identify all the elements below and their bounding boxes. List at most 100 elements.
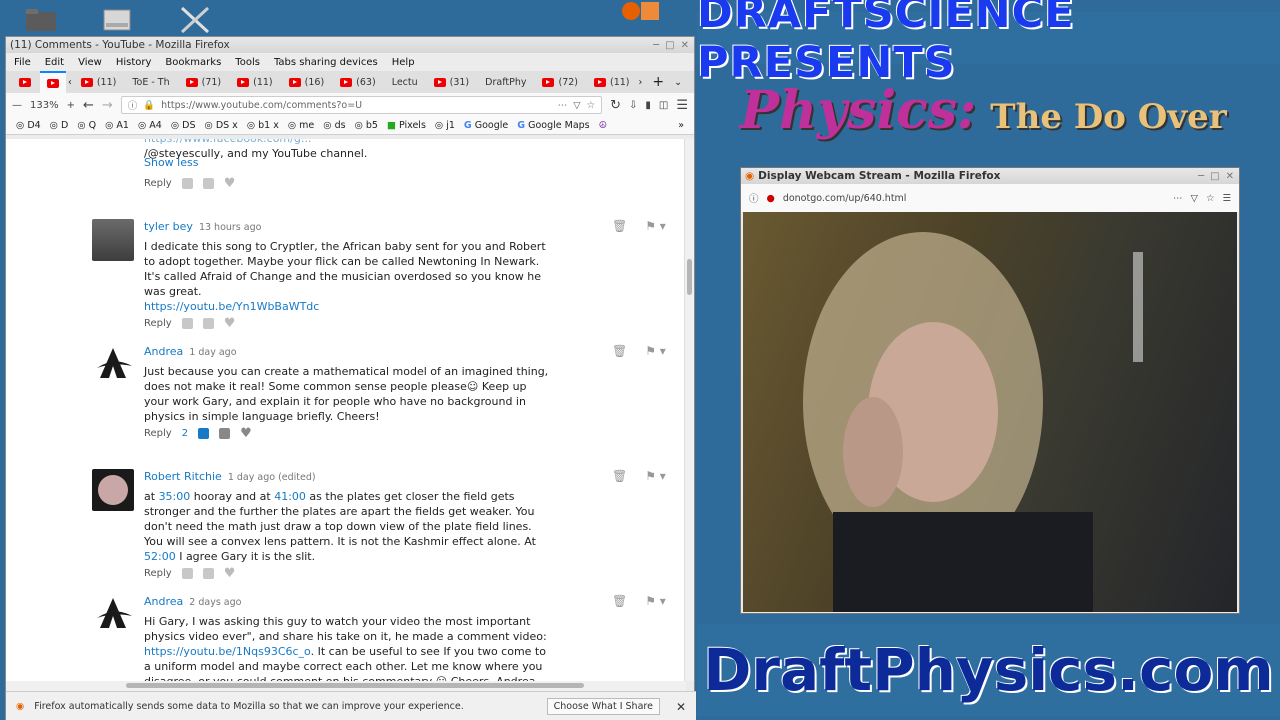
horizontal-scrollbar[interactable] xyxy=(6,681,686,691)
comment-link[interactable]: https://www.facebook.com/g... xyxy=(144,139,311,145)
tab-item[interactable]: ToE - Th xyxy=(125,71,176,93)
tab-item[interactable]: (72) xyxy=(535,71,585,93)
forward-icon[interactable]: → xyxy=(102,98,113,113)
info-icon[interactable]: ⓘ xyxy=(749,191,759,205)
reply-button[interactable]: Reply xyxy=(144,566,172,581)
app-tray-icon[interactable] xyxy=(641,2,659,20)
flag-icon[interactable]: ⚑ ▾ xyxy=(645,219,666,234)
library-icon[interactable]: ▮ xyxy=(645,100,651,111)
close-icon[interactable]: ✕ xyxy=(1226,171,1234,182)
tab-item[interactable]: (11) xyxy=(74,71,124,93)
thumbs-down-icon[interactable] xyxy=(219,428,231,439)
timestamp-link[interactable]: 35:00 xyxy=(159,490,191,503)
camera-icon[interactable]: ● xyxy=(767,193,775,204)
tab-scroll-left-icon[interactable]: ‹ xyxy=(68,77,72,88)
tab-item[interactable]: Lectu xyxy=(385,71,425,93)
scroll-thumb[interactable] xyxy=(126,683,584,688)
bookmark-item[interactable]: G Google Maps xyxy=(517,120,589,131)
comment-time[interactable]: 2 days ago xyxy=(189,597,241,608)
bookmark-item[interactable]: ◎ D xyxy=(50,120,69,131)
bookmark-item[interactable]: ◎ j1 xyxy=(435,120,455,131)
new-tab-icon[interactable]: + xyxy=(652,74,664,90)
menu-tabs-sharing[interactable]: Tabs sharing devices xyxy=(274,57,378,68)
vertical-scrollbar[interactable] xyxy=(684,139,694,681)
minimize-icon[interactable]: ─ xyxy=(1198,171,1204,182)
menu-history[interactable]: History xyxy=(116,57,152,68)
menu-edit[interactable]: Edit xyxy=(45,57,64,68)
browser-tray-icon[interactable] xyxy=(622,2,640,20)
menu-bookmarks[interactable]: Bookmarks xyxy=(165,57,221,68)
close-icon[interactable]: ✕ xyxy=(681,40,689,51)
thumbs-up-icon[interactable] xyxy=(181,568,193,579)
bookmark-item[interactable]: ◎ A4 xyxy=(138,120,162,131)
folder-icon[interactable] xyxy=(24,4,60,34)
comment-link[interactable]: https://youtu.be/Yn1WbBaWTdc xyxy=(144,299,554,314)
comment-time[interactable]: 1 day ago xyxy=(189,347,236,358)
trash-icon[interactable]: 🗑 xyxy=(612,219,627,234)
page-actions-icon[interactable]: ⋯ xyxy=(558,100,568,111)
hamburger-menu-icon[interactable]: ☰ xyxy=(1222,193,1231,204)
sidebar-icon[interactable]: ◫ xyxy=(659,100,668,111)
back-icon[interactable]: ← xyxy=(83,98,94,113)
avatar[interactable] xyxy=(92,344,134,386)
bookmark-item[interactable]: ◎ DS xyxy=(171,120,196,131)
zoom-level[interactable]: 133% xyxy=(30,100,59,111)
avatar[interactable] xyxy=(92,594,134,636)
tab-item[interactable]: (63) xyxy=(333,71,383,93)
flag-icon[interactable]: ⚑ ▾ xyxy=(645,344,666,359)
bookmark-item[interactable]: ◎ b5 xyxy=(355,120,378,131)
comment-author[interactable]: tyler bey xyxy=(144,220,193,233)
downloads-icon[interactable]: ⇩ xyxy=(629,100,637,111)
reply-button[interactable]: Reply xyxy=(144,426,172,441)
menu-help[interactable]: Help xyxy=(392,57,415,68)
comment-author[interactable]: Andrea xyxy=(144,595,183,608)
info-icon[interactable]: ⓘ xyxy=(128,98,138,112)
avatar[interactable] xyxy=(92,219,134,261)
thumbs-up-icon[interactable] xyxy=(198,428,210,439)
peace-icon[interactable]: ☮ xyxy=(599,120,608,131)
bookmark-item[interactable]: ◎ A1 xyxy=(105,120,129,131)
reply-button[interactable]: Reply xyxy=(144,316,172,331)
thumbs-down-icon[interactable] xyxy=(202,568,214,579)
tab-active[interactable] xyxy=(40,71,66,93)
tab-list-icon[interactable]: ⌄ xyxy=(674,77,682,88)
maximize-icon[interactable]: □ xyxy=(665,40,674,51)
reload-icon[interactable]: ↻ xyxy=(610,98,621,113)
trash-icon[interactable]: 🗑 xyxy=(612,344,627,359)
bookmark-item[interactable]: ◎ DS x xyxy=(205,120,238,131)
zoom-in-icon[interactable]: + xyxy=(67,100,75,111)
flag-icon[interactable]: ⚑ ▾ xyxy=(645,469,666,484)
tab-item[interactable]: (31) xyxy=(427,71,477,93)
bookmark-item[interactable]: ◎ Q xyxy=(77,120,96,131)
timestamp-link[interactable]: 41:00 xyxy=(274,490,306,503)
page-actions-icon[interactable]: ⋯ xyxy=(1173,193,1183,204)
tab-item[interactable]: (11) xyxy=(230,71,280,93)
zoom-out-icon[interactable]: — xyxy=(12,100,22,111)
tab-item[interactable]: (11) xyxy=(587,71,637,93)
bookmark-item[interactable]: ◎ ds xyxy=(323,120,345,131)
pocket-icon[interactable]: ▽ xyxy=(1191,193,1198,204)
flag-icon[interactable]: ⚑ ▾ xyxy=(645,594,666,609)
menu-file[interactable]: File xyxy=(14,57,31,68)
bookmark-item[interactable]: G Google xyxy=(464,120,508,131)
thumbs-up-icon[interactable] xyxy=(181,318,193,329)
url-text[interactable]: donotgo.com/up/640.html xyxy=(783,193,907,204)
avatar[interactable] xyxy=(92,469,134,511)
tab-item[interactable]: (16) xyxy=(282,71,332,93)
heart-icon[interactable]: ♥ xyxy=(224,566,236,581)
bookmarks-overflow-icon[interactable]: » xyxy=(678,120,684,131)
comment-link[interactable]: https://youtu.be/1Nqs93C6c_o xyxy=(144,645,311,658)
comment-author[interactable]: Andrea xyxy=(144,345,183,358)
thumbs-down-icon[interactable] xyxy=(202,318,214,329)
heart-icon[interactable]: ♥ xyxy=(224,176,236,191)
hamburger-menu-icon[interactable]: ☰ xyxy=(676,98,688,113)
heart-icon[interactable]: ♥ xyxy=(224,316,236,331)
menu-view[interactable]: View xyxy=(78,57,102,68)
maximize-icon[interactable]: □ xyxy=(1210,171,1219,182)
url-text[interactable]: https://www.youtube.com/comments?o=U xyxy=(161,100,362,111)
close-icon[interactable]: ✕ xyxy=(676,700,686,714)
scroll-thumb[interactable] xyxy=(687,259,692,295)
comment-author[interactable]: Robert Ritchie xyxy=(144,470,222,483)
tab-item[interactable]: (71) xyxy=(179,71,229,93)
url-bar[interactable]: ⓘ 🔒 https://www.youtube.com/comments?o=U… xyxy=(120,96,603,114)
